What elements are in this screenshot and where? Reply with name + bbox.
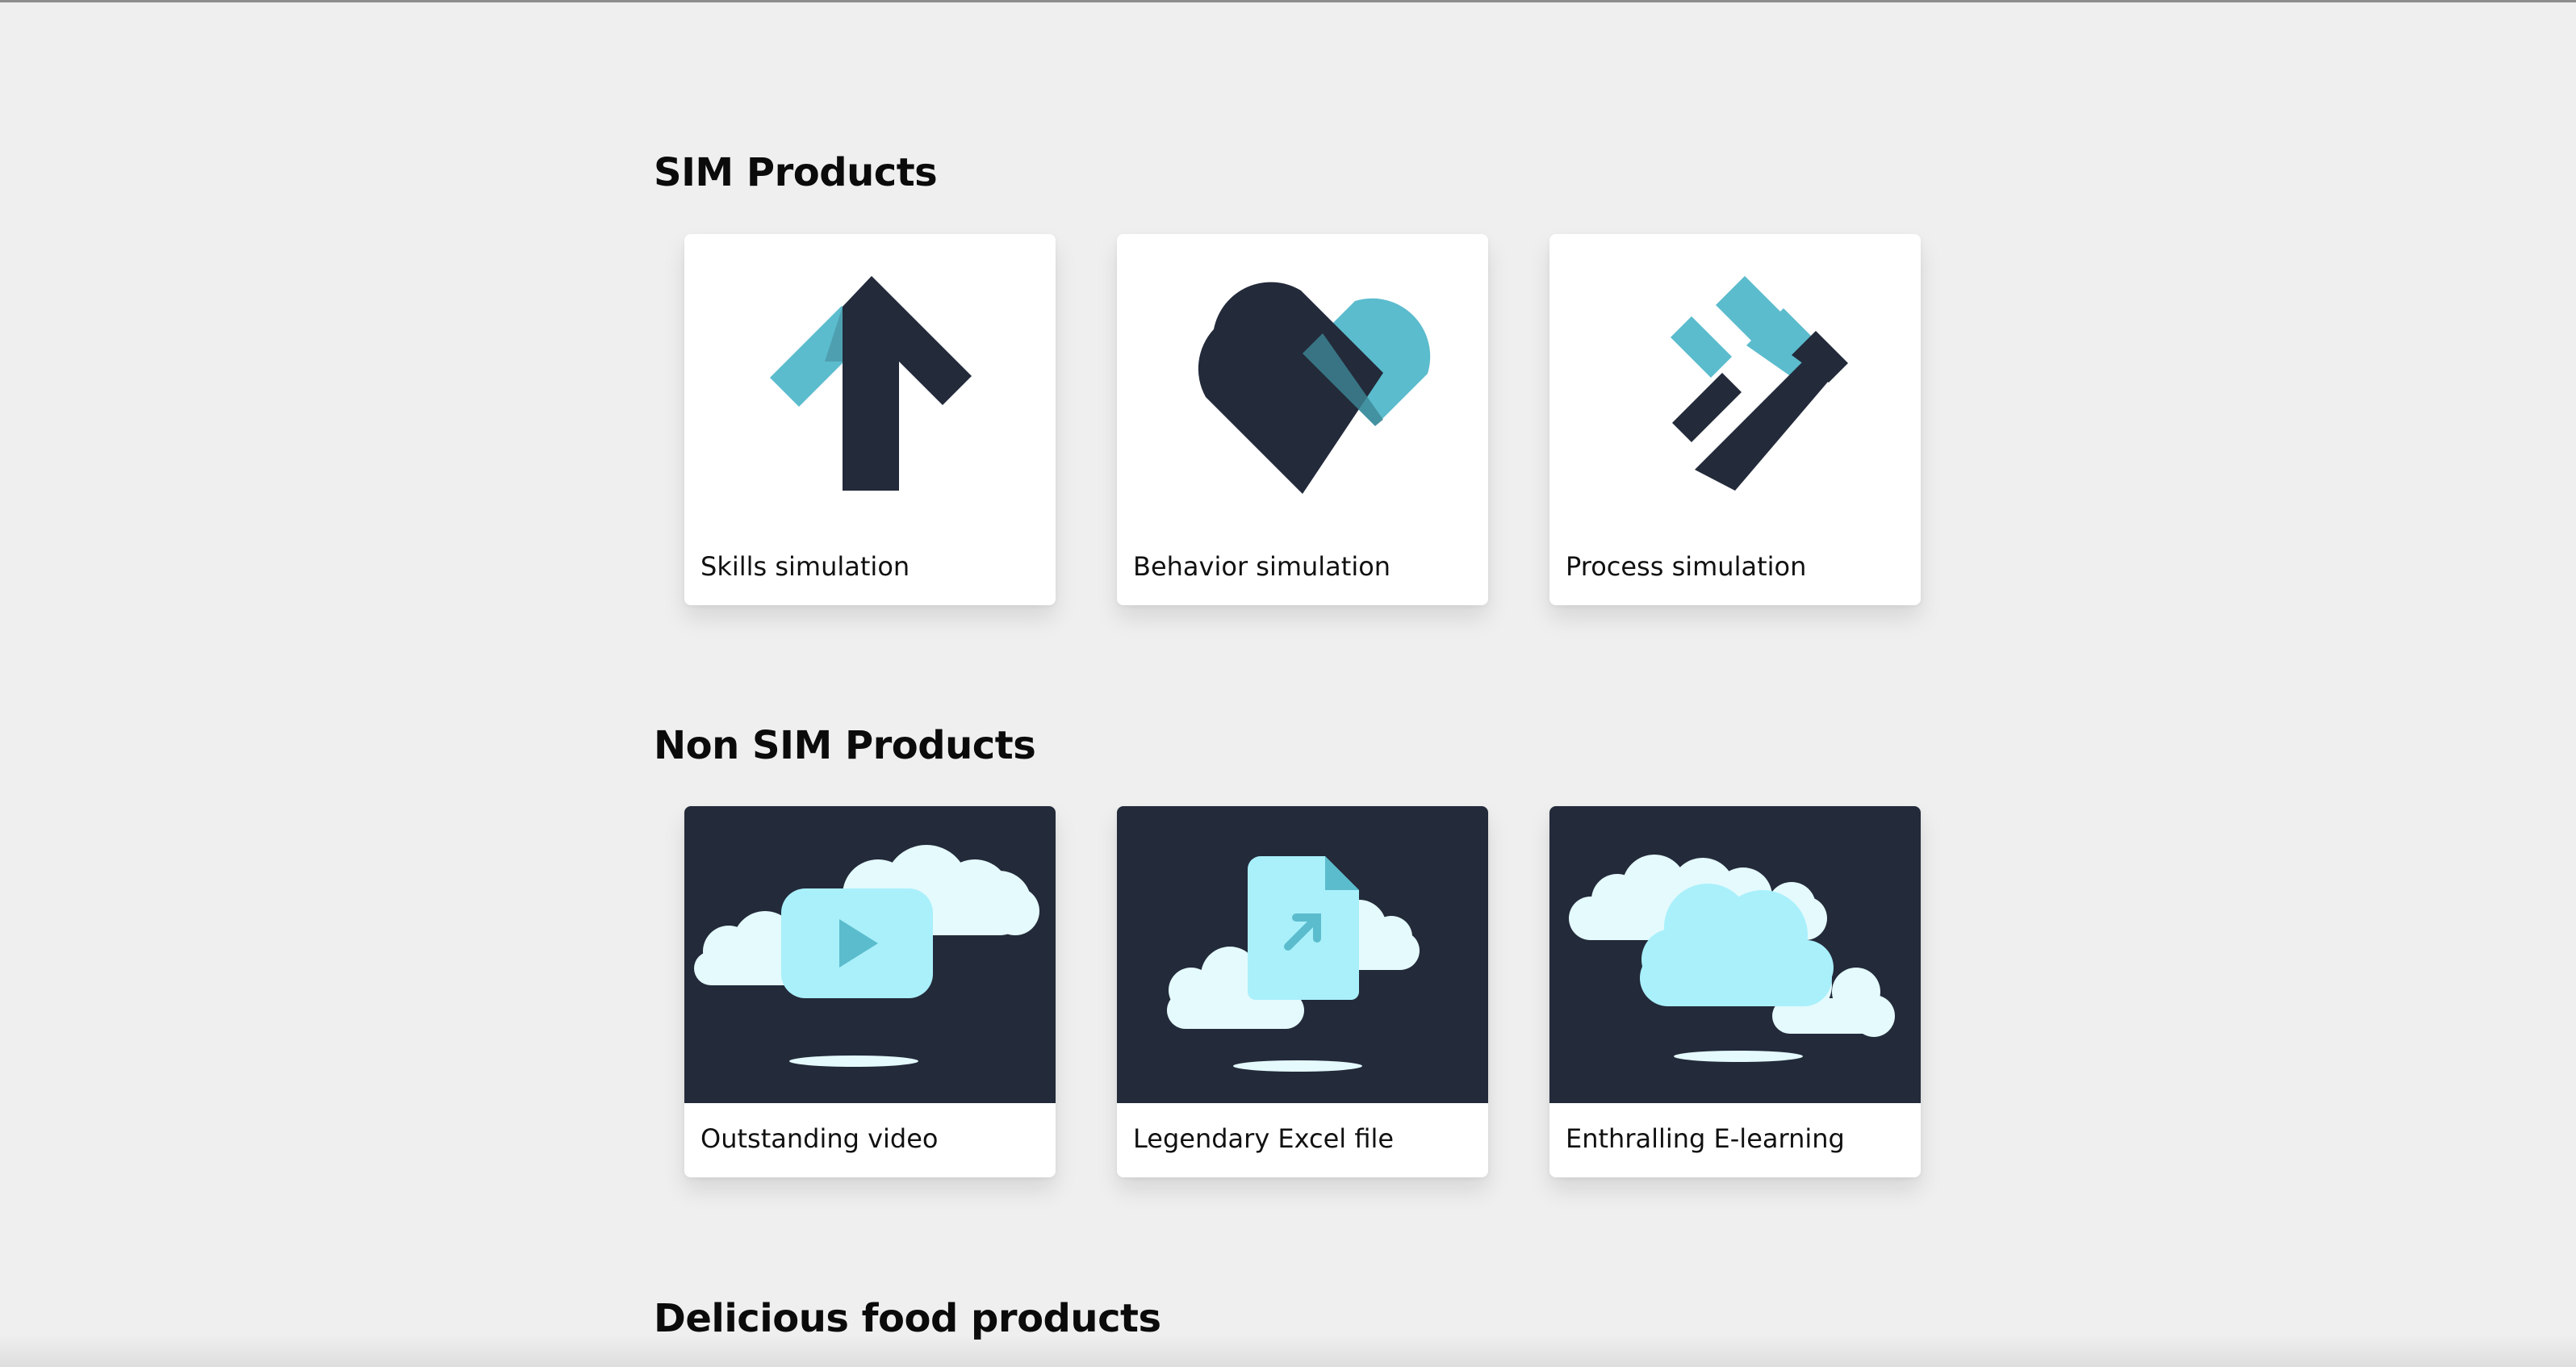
card-art [684,234,1056,531]
scroll-fade [0,1335,2576,1367]
section-title-non-sim-products: Non SIM Products [654,723,1036,768]
card-label: Outstanding video [700,1123,939,1154]
card-behavior-simulation[interactable]: Behavior simulation [1117,234,1488,605]
section-title-delicious-food-products: Delicious food products [654,1296,1161,1341]
card-label: Skills simulation [700,551,910,582]
card-outstanding-video[interactable]: Outstanding video [684,806,1056,1177]
card-art [1117,806,1488,1103]
card-legendary-excel-file[interactable]: Legendary Excel file [1117,806,1488,1177]
card-skills-simulation[interactable]: Skills simulation [684,234,1056,605]
card-art [684,806,1056,1103]
card-enthralling-e-learning[interactable]: Enthralling E-learning [1549,806,1921,1177]
card-label: Enthralling E-learning [1566,1123,1845,1154]
heart-icon [1198,282,1431,494]
card-process-simulation[interactable]: Process simulation [1549,234,1921,605]
file-cloud-icon [1167,856,1420,1072]
card-label: Legendary Excel file [1133,1123,1395,1154]
card-label: Process simulation [1566,551,1807,582]
card-art [1117,234,1488,531]
card-art [1549,806,1921,1103]
section-title-sim-products: SIM Products [654,150,938,195]
cloud-icon [1569,855,1895,1062]
video-cloud-icon [694,845,1039,1067]
arrow-up-icon [770,276,972,491]
card-art [1549,234,1921,531]
card-label: Behavior simulation [1133,551,1391,582]
window-top-border [0,0,2576,2]
process-blocks-icon [1671,276,1848,491]
